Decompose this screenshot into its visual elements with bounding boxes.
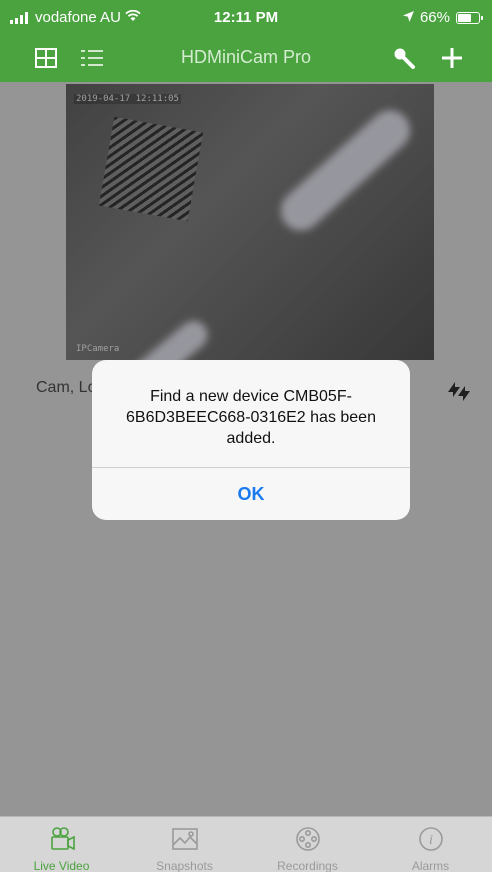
tab-label: Live Video: [33, 859, 90, 872]
tab-label: Snapshots: [156, 859, 213, 872]
tab-live-video[interactable]: Live Video: [0, 817, 123, 872]
image-icon: [171, 825, 199, 853]
tab-bar: Live Video Snapshots Recordings i Alarms: [0, 816, 492, 872]
battery-icon: [456, 11, 483, 24]
battery-percent: 66%: [419, 9, 450, 26]
tab-snapshots[interactable]: Snapshots: [123, 817, 246, 872]
info-icon: i: [417, 825, 445, 853]
nav-bar: HDMiniCam Pro: [0, 34, 492, 82]
wrench-icon[interactable]: [392, 46, 416, 70]
ok-button[interactable]: OK: [92, 468, 410, 520]
alert-dialog: Find a new device CMB05F-6B6D3BEEC668-03…: [92, 360, 410, 520]
location-arrow-icon: [402, 9, 414, 26]
page-title: HDMiniCam Pro: [180, 47, 312, 67]
tab-label: Recordings: [277, 859, 338, 872]
alert-message: Find a new device CMB05F-6B6D3BEEC668-03…: [126, 388, 376, 447]
film-reel-icon: [294, 825, 322, 853]
tab-recordings[interactable]: Recordings: [246, 817, 369, 872]
video-camera-icon: [48, 825, 76, 853]
add-device-icon[interactable]: [440, 46, 464, 70]
tab-alarms[interactable]: i Alarms: [369, 817, 492, 872]
tab-label: Alarms: [411, 859, 450, 872]
svg-text:i: i: [429, 833, 433, 848]
status-right-group: 66%: [402, 9, 483, 26]
status-bar: vodafone AU 12:11 PM 66%: [0, 0, 492, 34]
